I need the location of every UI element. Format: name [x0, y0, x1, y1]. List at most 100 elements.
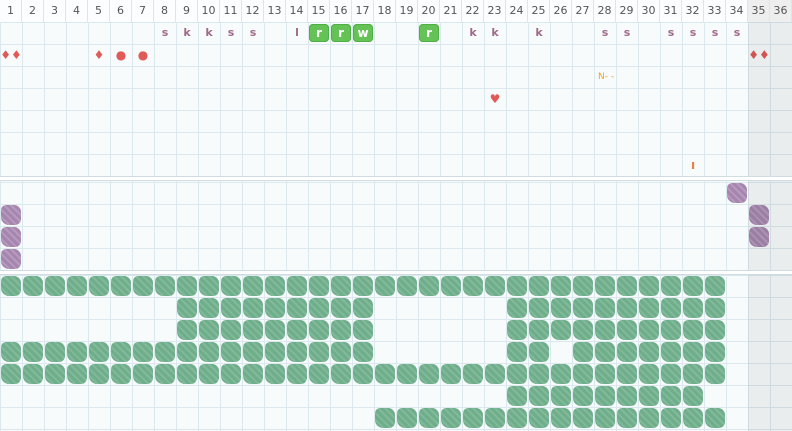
green-tile[interactable] — [573, 298, 593, 318]
green-tile[interactable] — [265, 320, 285, 340]
green-tile[interactable] — [419, 408, 439, 428]
green-tile[interactable] — [199, 276, 219, 296]
green-tile[interactable] — [617, 298, 637, 318]
column-header-24[interactable]: 24 — [506, 0, 528, 22]
cell-letter[interactable]: s — [682, 22, 704, 44]
green-tile[interactable] — [353, 364, 373, 384]
green-tile[interactable] — [683, 364, 703, 384]
green-tile[interactable] — [705, 408, 725, 428]
green-tile[interactable] — [221, 320, 241, 340]
green-tile[interactable] — [331, 276, 351, 296]
green-tile[interactable] — [375, 408, 395, 428]
green-tile[interactable] — [683, 386, 703, 406]
green-tile[interactable] — [529, 276, 549, 296]
green-tile[interactable] — [639, 408, 659, 428]
green-tile[interactable] — [155, 364, 175, 384]
green-tile[interactable] — [177, 364, 197, 384]
purple-tile[interactable] — [727, 183, 747, 203]
column-header-9[interactable]: 9 — [176, 0, 198, 22]
green-tile[interactable] — [639, 342, 659, 362]
green-tile[interactable] — [331, 298, 351, 318]
green-tile[interactable] — [287, 320, 307, 340]
green-tile[interactable] — [573, 342, 593, 362]
green-tile[interactable] — [463, 364, 483, 384]
green-tile[interactable] — [573, 276, 593, 296]
green-tile[interactable] — [419, 276, 439, 296]
green-tile[interactable] — [529, 364, 549, 384]
green-tile[interactable] — [507, 298, 527, 318]
cell-letter[interactable]: k — [462, 22, 484, 44]
green-tile[interactable] — [353, 298, 373, 318]
column-header-15[interactable]: 15 — [308, 0, 330, 22]
green-tile[interactable] — [705, 364, 725, 384]
cell-letter[interactable]: k — [528, 22, 550, 44]
purple-tile[interactable] — [1, 249, 21, 269]
green-tile[interactable] — [617, 386, 637, 406]
green-tile[interactable] — [397, 408, 417, 428]
green-tile[interactable] — [331, 364, 351, 384]
green-tile[interactable] — [89, 342, 109, 362]
green-tile[interactable] — [199, 298, 219, 318]
green-tile[interactable] — [243, 320, 263, 340]
green-tile[interactable] — [485, 364, 505, 384]
column-header-18[interactable]: 18 — [374, 0, 396, 22]
green-tile[interactable] — [529, 298, 549, 318]
column-header-5[interactable]: 5 — [88, 0, 110, 22]
green-tile[interactable] — [441, 408, 461, 428]
green-tile[interactable] — [529, 408, 549, 428]
green-tile[interactable] — [375, 276, 395, 296]
green-tile[interactable] — [573, 320, 593, 340]
green-tile[interactable] — [1, 342, 21, 362]
cell-letter[interactable]: s — [616, 22, 638, 44]
green-tile[interactable] — [155, 342, 175, 362]
green-letter-badge[interactable]: w — [353, 24, 373, 42]
column-header-21[interactable]: 21 — [440, 0, 462, 22]
column-header-34[interactable]: 34 — [726, 0, 748, 22]
green-tile[interactable] — [243, 342, 263, 362]
green-tile[interactable] — [353, 320, 373, 340]
green-tile[interactable] — [507, 386, 527, 406]
green-tile[interactable] — [133, 342, 153, 362]
purple-tile[interactable] — [1, 227, 21, 247]
green-tile[interactable] — [89, 276, 109, 296]
column-header-29[interactable]: 29 — [616, 0, 638, 22]
green-tile[interactable] — [595, 320, 615, 340]
cell-letter[interactable]: s — [704, 22, 726, 44]
green-tile[interactable] — [67, 364, 87, 384]
green-tile[interactable] — [265, 364, 285, 384]
cell-letter[interactable]: s — [594, 22, 616, 44]
green-tile[interactable] — [309, 276, 329, 296]
green-tile[interactable] — [133, 364, 153, 384]
green-tile[interactable] — [595, 298, 615, 318]
purple-tile[interactable] — [1, 205, 21, 225]
column-header-28[interactable]: 28 — [594, 0, 616, 22]
green-tile[interactable] — [23, 276, 43, 296]
green-tile[interactable] — [221, 364, 241, 384]
green-tile[interactable] — [111, 342, 131, 362]
column-header-16[interactable]: 16 — [330, 0, 352, 22]
cell-letter[interactable]: l — [286, 22, 308, 44]
green-tile[interactable] — [507, 342, 527, 362]
green-tile[interactable] — [243, 364, 263, 384]
green-tile[interactable] — [551, 320, 571, 340]
green-tile[interactable] — [133, 276, 153, 296]
green-letter-badge[interactable]: r — [331, 24, 351, 42]
green-tile[interactable] — [573, 408, 593, 428]
green-tile[interactable] — [287, 298, 307, 318]
drop-icon[interactable]: ♦ — [88, 49, 110, 61]
green-tile[interactable] — [243, 298, 263, 318]
cell-letter[interactable]: k — [484, 22, 506, 44]
cell-letter[interactable]: s — [220, 22, 242, 44]
cell-letter[interactable]: s — [242, 22, 264, 44]
green-tile[interactable] — [177, 298, 197, 318]
green-tile[interactable] — [221, 276, 241, 296]
green-tile[interactable] — [419, 364, 439, 384]
green-tile[interactable] — [639, 320, 659, 340]
green-tile[interactable] — [617, 276, 637, 296]
green-tile[interactable] — [617, 364, 637, 384]
green-tile[interactable] — [177, 342, 197, 362]
column-header-35[interactable]: 35 — [748, 0, 770, 22]
green-tile[interactable] — [683, 320, 703, 340]
green-tile[interactable] — [661, 386, 681, 406]
green-tile[interactable] — [595, 386, 615, 406]
